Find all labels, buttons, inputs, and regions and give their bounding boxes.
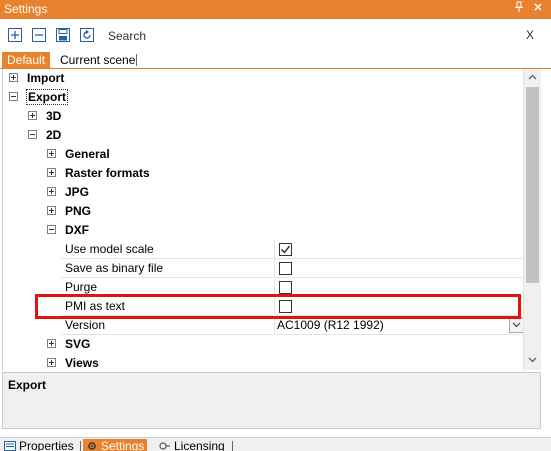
collapse-icon[interactable] [47, 225, 56, 234]
tab-current-scene[interactable]: Current scene [55, 52, 140, 69]
tree-node-png[interactable]: PNG [3, 202, 523, 221]
scroll-down-icon[interactable] [524, 352, 541, 368]
tree-node-dxf[interactable]: DXF [3, 221, 523, 240]
use-model-scale-checkbox[interactable] [279, 243, 292, 256]
tab-label: Licensing [174, 439, 225, 451]
property-row: Use model scale [3, 240, 523, 259]
property-name: Save as binary file [61, 259, 273, 278]
chevron-down-icon[interactable] [509, 317, 523, 333]
property-name: Use model scale [61, 240, 273, 259]
reset-icon[interactable] [80, 28, 94, 42]
tree-node-label: Raster formats [65, 166, 150, 180]
collapse-icon[interactable] [9, 92, 18, 101]
bottom-tabs: Properties Settings Licensing [0, 437, 551, 451]
tree-node-label: 3D [46, 109, 62, 123]
tree-node-3d[interactable]: 3D [3, 107, 523, 126]
expand-icon[interactable] [47, 149, 56, 158]
settings-tabs: Default Current scene [0, 51, 551, 69]
description-title: Export [8, 378, 47, 392]
tab-settings[interactable]: Settings [83, 439, 148, 451]
tab-divider [136, 54, 137, 66]
tree-node-label: 2D [46, 128, 62, 142]
row-gutter [3, 259, 61, 278]
tree-node-label: DXF [65, 223, 89, 237]
expand-icon[interactable] [28, 111, 37, 120]
property-value [274, 259, 523, 278]
tree-node-label: Export [26, 89, 69, 105]
tab-label: Properties [19, 439, 74, 451]
description-panel: Export [2, 372, 541, 429]
licensing-icon [159, 440, 171, 450]
tree-node-label: SVG [65, 337, 91, 351]
expand-icon[interactable] [47, 168, 56, 177]
tab-licensing[interactable]: Licensing [159, 439, 225, 451]
collapse-all-icon[interactable] [32, 28, 46, 42]
tree-node-label: General [65, 147, 110, 161]
row-gutter [3, 240, 61, 259]
tree-node-2d[interactable]: 2D [3, 126, 523, 145]
search-input[interactable]: Search [108, 29, 146, 43]
tree-node-export[interactable]: Export [3, 88, 523, 107]
toolbar: Search X [0, 19, 551, 51]
collapse-icon[interactable] [28, 130, 37, 139]
tree-node-label: PNG [65, 204, 92, 218]
tree-node-import[interactable]: Import [3, 69, 523, 88]
property-value [274, 240, 523, 259]
purge-checkbox[interactable] [279, 281, 292, 294]
tree-node-jpg[interactable]: JPG [3, 183, 523, 202]
property-row: Save as binary file [3, 259, 523, 278]
tab-divider [232, 441, 233, 451]
properties-icon [4, 440, 16, 451]
settings-gear-icon [86, 440, 98, 450]
scrollbar-thumb[interactable] [526, 87, 539, 283]
highlight-box [35, 294, 521, 319]
settings-tree: Import Export 3D 2D General Raster forma… [2, 69, 523, 370]
tree-node-raster-formats[interactable]: Raster formats [3, 164, 523, 183]
tree-node-label: Import [27, 71, 65, 85]
tree-node-svg[interactable]: SVG [3, 335, 523, 354]
title-bar: Settings [0, 0, 551, 19]
tab-default[interactable]: Default [2, 52, 51, 69]
expand-icon[interactable] [47, 187, 56, 196]
expand-icon[interactable] [47, 339, 56, 348]
vertical-scrollbar[interactable] [523, 69, 541, 370]
expand-icon[interactable] [47, 358, 56, 367]
expand-icon[interactable] [9, 73, 18, 82]
tab-divider [80, 441, 81, 451]
pin-icon[interactable] [512, 1, 526, 17]
tab-label: Settings [101, 439, 145, 451]
tree-node-label: Views [65, 356, 99, 370]
expand-icon[interactable] [47, 206, 56, 215]
save-as-binary-checkbox[interactable] [279, 262, 292, 275]
scroll-up-icon[interactable] [524, 69, 541, 85]
save-icon[interactable] [56, 28, 70, 42]
clear-search-button[interactable]: X [526, 28, 534, 42]
tree-node-views[interactable]: Views [3, 354, 523, 370]
window-title: Settings [4, 2, 48, 16]
tree-node-label: JPG [65, 185, 90, 199]
tree-node-general[interactable]: General [3, 145, 523, 164]
expand-all-icon[interactable] [8, 28, 22, 42]
close-icon[interactable] [531, 1, 545, 17]
tab-properties[interactable]: Properties [4, 439, 74, 451]
